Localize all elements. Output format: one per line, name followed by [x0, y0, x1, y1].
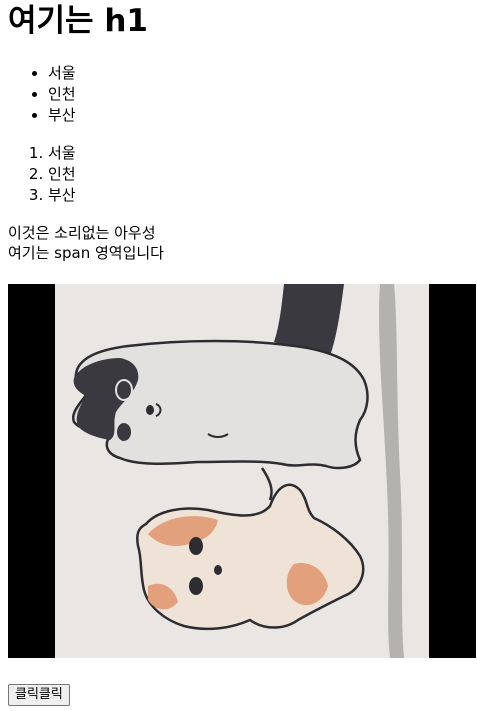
list-item: 서울 [48, 63, 76, 84]
video-player[interactable] [8, 284, 476, 658]
list-item: 서울 [48, 143, 76, 164]
video-frame-illustration [8, 284, 476, 658]
muted-text-line: 이것은 소리없는 아우성 [8, 224, 156, 242]
ordered-list: 서울 인천 부산 [8, 143, 76, 206]
unordered-list: 서울 인천 부산 [8, 63, 76, 126]
click-button[interactable]: 클릭클릭 [8, 684, 70, 706]
list-item: 부산 [48, 105, 76, 126]
list-item: 인천 [48, 84, 76, 105]
text-block: 이것은 소리없는 아우성 여기는 span 영역입니다 [8, 223, 164, 263]
list-item: 부산 [48, 185, 76, 206]
list-item: 인천 [48, 164, 76, 185]
span-text: 여기는 span 영역입니다 [8, 244, 164, 262]
page-heading: 여기는 h1 [8, 3, 148, 39]
